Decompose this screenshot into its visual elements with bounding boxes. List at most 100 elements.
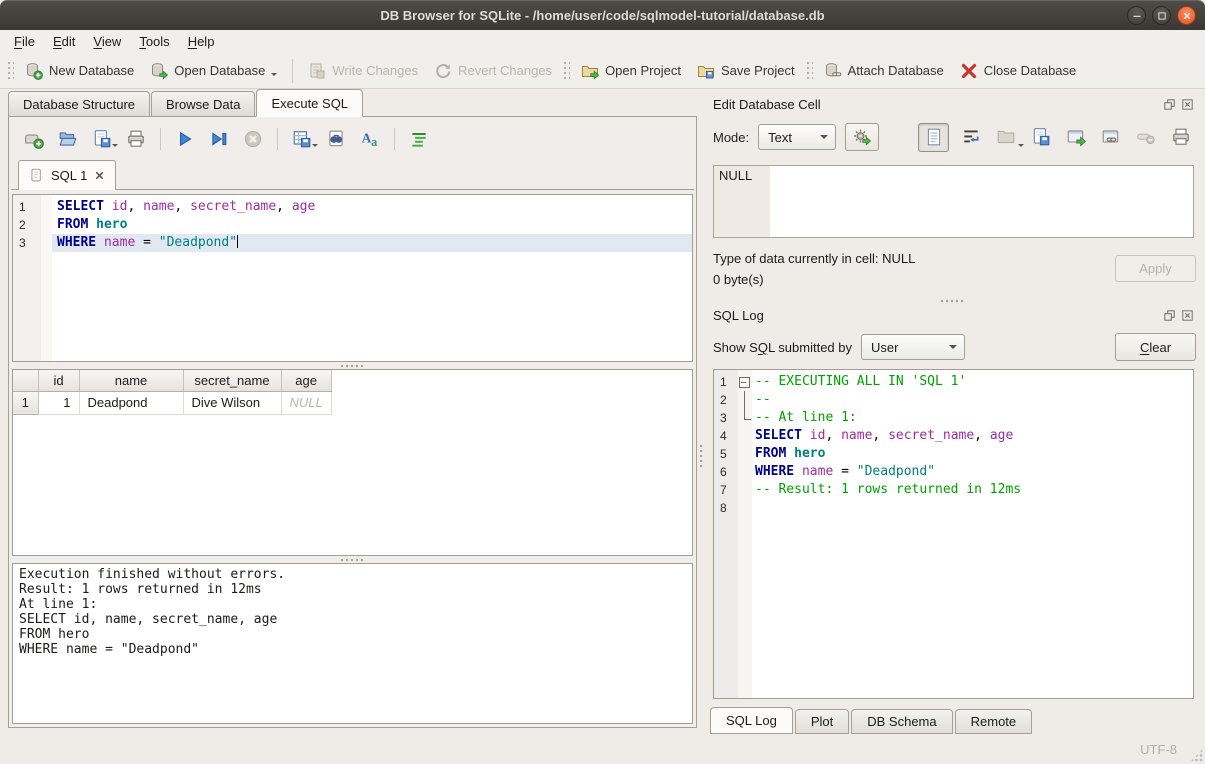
toolbar-button-open-project[interactable]: Open Project (573, 58, 689, 84)
import-settings-button[interactable] (845, 123, 879, 151)
splitter-editor-results[interactable] (11, 362, 694, 369)
word-wrap-button[interactable] (958, 124, 984, 150)
code-line: SELECT id, name, secret_name, age (52, 198, 692, 216)
cell-secret-name[interactable]: Dive Wilson (183, 391, 281, 414)
dock-tab-remote[interactable]: Remote (955, 709, 1033, 734)
toolbar-button-attach-database[interactable]: Attach Database (816, 58, 952, 84)
save-results-button[interactable] (291, 128, 313, 150)
wrap-lines-button[interactable] (408, 128, 430, 150)
toolbar-handle[interactable] (806, 61, 813, 81)
column-header-age[interactable]: age (281, 370, 331, 391)
maximize-button[interactable] (1152, 6, 1171, 25)
toolbar-button-close-database[interactable]: Close Database (952, 58, 1085, 84)
log-line-4: 4SELECT id, name, secret_name, age (714, 427, 1193, 445)
text-mode-button[interactable] (918, 123, 949, 152)
toolbar-button-label: Open Database (174, 63, 265, 78)
save-sql-file-button[interactable] (91, 128, 113, 150)
code-line: -- (752, 391, 1193, 409)
print-button[interactable] (125, 128, 147, 150)
toolbar-handle[interactable] (563, 61, 570, 81)
close-button[interactable] (1177, 6, 1196, 25)
chevron-down-icon[interactable] (112, 144, 118, 150)
column-header-secret-name[interactable]: secret_name (183, 370, 281, 391)
link-data-button[interactable] (1098, 124, 1124, 150)
find-button[interactable] (325, 128, 347, 150)
fold-margin (41, 216, 52, 234)
chevron-down-icon (949, 345, 957, 353)
link-data-icon (1101, 127, 1121, 147)
message-line-6: WHERE name = "Deadpond" (19, 642, 686, 657)
float-dock-icon[interactable] (1163, 98, 1176, 111)
splitter-results-message[interactable] (11, 556, 694, 563)
export-file-button[interactable] (1028, 124, 1054, 150)
log-line-5: 5FROM hero (714, 445, 1193, 463)
print-cell-button[interactable] (1168, 124, 1194, 150)
sql-log-view[interactable]: 1-- EXECUTING ALL IN 'SQL 1'2--3-- At li… (713, 369, 1194, 699)
column-header-name[interactable]: name (79, 370, 183, 391)
column-header-id[interactable]: id (38, 370, 79, 391)
execution-message[interactable]: Execution finished without errors.Result… (12, 563, 693, 724)
dock-tab-sql-log[interactable]: SQL Log (710, 707, 793, 734)
mode-select[interactable]: Text (758, 124, 836, 150)
chevron-down-icon[interactable] (271, 73, 277, 79)
minimize-button[interactable] (1127, 6, 1146, 25)
clear-button-label: Clear (1140, 340, 1171, 355)
float-dock-icon[interactable] (1163, 309, 1176, 322)
menu-item-view[interactable]: View (84, 32, 130, 51)
log-filter-select[interactable]: User (861, 334, 965, 360)
toolbar-button-save-project[interactable]: Save Project (689, 58, 803, 84)
tab-browse-data[interactable]: Browse Data (151, 91, 255, 117)
execute-line-button[interactable] (208, 128, 230, 150)
cell-value-editor[interactable]: NULL (713, 165, 1194, 238)
cell-id[interactable]: 1 (38, 391, 79, 414)
menu-item-help[interactable]: Help (179, 32, 224, 51)
resize-grip[interactable] (1190, 749, 1203, 762)
save-results-icon (292, 129, 312, 149)
toolbar-button-open-database[interactable]: Open Database (142, 58, 285, 84)
fold-margin (738, 481, 752, 499)
dock-tab-bar: SQL LogPlotDB SchemaRemote (709, 707, 1196, 734)
toolbar-handle[interactable] (7, 61, 14, 81)
cell-name[interactable]: Deadpond (79, 391, 183, 414)
fold-margin (738, 445, 752, 463)
sql-editor[interactable]: 1SELECT id, name, secret_name, age2FROM … (12, 194, 693, 362)
sql-log-title: SQL Log (713, 308, 1163, 323)
sql-file-tab-bar: SQL 1 (11, 159, 694, 190)
set-null-icon (1136, 127, 1156, 147)
app-window: DB Browser for SQLite - /home/user/code/… (0, 0, 1205, 764)
menu-item-tools[interactable]: Tools (130, 32, 178, 51)
close-tab-icon[interactable] (94, 170, 105, 181)
close-dock-icon[interactable] (1181, 309, 1194, 322)
toolbar-button-label: Open Project (605, 63, 681, 78)
open-external-icon (1066, 127, 1086, 147)
menu-item-edit[interactable]: Edit (44, 32, 84, 51)
save-sql-file-icon (92, 129, 112, 149)
toolbar-button-new-database[interactable]: New Database (17, 58, 142, 84)
format-sql-button[interactable]: Aa (359, 128, 381, 150)
clear-button[interactable]: Clear (1115, 333, 1196, 361)
row-header[interactable]: 1 (13, 391, 38, 414)
new-tab-button[interactable] (23, 128, 45, 150)
tab-sql-1[interactable]: SQL 1 (18, 160, 116, 190)
open-sql-file-button[interactable] (57, 128, 79, 150)
tab-execute-sql[interactable]: Execute SQL (256, 89, 363, 117)
text-cursor (237, 235, 238, 248)
line-number: 8 (714, 499, 738, 517)
dock-tab-db-schema[interactable]: DB Schema (851, 709, 952, 734)
toolbar-separator (394, 128, 395, 150)
cell-value-body[interactable] (770, 166, 1193, 237)
splitter-main[interactable] (697, 89, 705, 734)
dock-tab-plot[interactable]: Plot (795, 709, 849, 734)
splitter-docks[interactable] (709, 297, 1196, 304)
menu-item-file[interactable]: File (5, 32, 44, 51)
tab-database-structure[interactable]: Database Structure (8, 91, 150, 117)
execute-all-button[interactable] (174, 128, 196, 150)
edit-cell-dock-header: Edit Database Cell (709, 93, 1196, 115)
results-corner-cell[interactable] (13, 370, 38, 391)
fold-margin (738, 409, 752, 427)
chevron-down-icon[interactable] (312, 144, 318, 150)
cell-age[interactable]: NULL (281, 391, 331, 414)
open-external-button[interactable] (1063, 124, 1089, 150)
window-controls (1127, 6, 1205, 25)
close-dock-icon[interactable] (1181, 98, 1194, 111)
